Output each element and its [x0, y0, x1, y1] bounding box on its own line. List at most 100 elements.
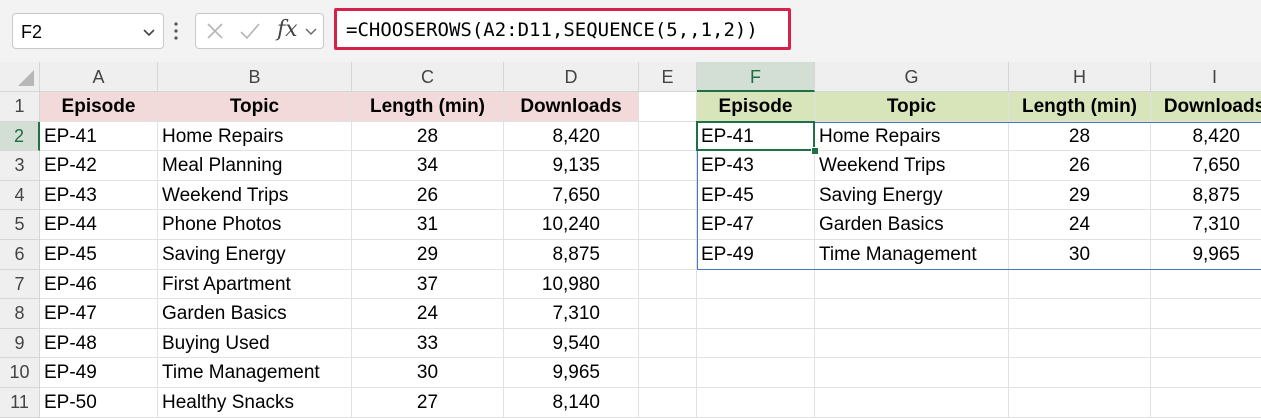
empty-cell[interactable] — [1009, 299, 1151, 329]
empty-cell[interactable] — [815, 328, 1009, 359]
source-table-cell[interactable]: 34 — [352, 151, 504, 181]
column-header-c[interactable]: C — [352, 62, 504, 92]
result-table-cell[interactable]: EP-47 — [697, 210, 815, 240]
chevron-down-icon[interactable] — [141, 24, 157, 40]
more-options-icon[interactable] — [173, 20, 179, 42]
source-table-header-cell[interactable]: Episode — [40, 92, 158, 122]
empty-cell[interactable] — [815, 358, 1009, 388]
source-table-cell[interactable]: EP-41 — [40, 121, 158, 152]
source-table-cell[interactable]: EP-42 — [40, 151, 158, 181]
source-table-cell[interactable]: 7,310 — [504, 299, 639, 329]
source-table-cell[interactable]: 24 — [352, 299, 504, 329]
source-table-cell[interactable]: 26 — [352, 180, 504, 211]
result-table-cell[interactable]: 28 — [1009, 121, 1151, 152]
empty-cell[interactable] — [639, 240, 697, 270]
result-table-cell[interactable]: 8,420 — [1151, 122, 1261, 152]
column-header-d[interactable]: D — [504, 62, 639, 92]
empty-cell[interactable] — [697, 269, 815, 300]
row-header-3[interactable]: 3 — [0, 151, 40, 181]
source-table-cell[interactable]: EP-46 — [40, 269, 158, 300]
column-header-f[interactable]: F — [697, 62, 815, 92]
source-table-cell[interactable]: 28 — [352, 121, 504, 152]
result-table-cell[interactable]: Home Repairs — [815, 121, 1009, 152]
row-header-11[interactable]: 11 — [0, 388, 40, 418]
source-table-cell[interactable]: EP-45 — [40, 240, 158, 270]
source-table-header-cell[interactable]: Length (min) — [352, 92, 504, 122]
empty-cell[interactable] — [697, 328, 815, 359]
source-table-header-cell[interactable]: Topic — [158, 92, 352, 122]
result-table-cell[interactable]: Garden Basics — [815, 210, 1009, 240]
source-table-cell[interactable]: 8,420 — [504, 121, 639, 152]
row-header-7[interactable]: 7 — [0, 269, 40, 300]
result-table-header-cell[interactable]: Topic — [815, 92, 1009, 122]
result-table-cell[interactable]: Time Management — [815, 240, 1009, 270]
empty-cell[interactable] — [697, 358, 815, 388]
source-table-cell[interactable]: EP-50 — [40, 388, 158, 418]
row-header-6[interactable]: 6 — [0, 240, 40, 270]
empty-cell[interactable] — [639, 151, 697, 181]
source-table-cell[interactable]: 31 — [352, 210, 504, 240]
empty-cell[interactable] — [815, 269, 1009, 300]
result-table-cell[interactable]: Weekend Trips — [815, 151, 1009, 181]
result-table-cell[interactable]: Saving Energy — [815, 180, 1009, 211]
source-table-cell[interactable]: Saving Energy — [158, 240, 352, 270]
result-table-cell[interactable]: 26 — [1009, 151, 1151, 181]
result-table-cell[interactable]: 8,875 — [1151, 181, 1261, 211]
column-header-b[interactable]: B — [158, 62, 352, 92]
empty-cell[interactable] — [639, 388, 697, 418]
row-header-8[interactable]: 8 — [0, 299, 40, 329]
source-table-cell[interactable]: Time Management — [158, 358, 352, 388]
empty-cell[interactable] — [697, 299, 815, 329]
row-header-5[interactable]: 5 — [0, 210, 40, 240]
source-table-cell[interactable]: 9,540 — [504, 328, 639, 359]
result-table-cell[interactable]: EP-45 — [697, 180, 815, 211]
source-table-cell[interactable]: 33 — [352, 328, 504, 359]
result-table-cell[interactable]: EP-43 — [697, 151, 815, 181]
source-table-cell[interactable]: First Apartment — [158, 269, 352, 300]
cancel-icon[interactable] — [204, 20, 226, 42]
source-table-cell[interactable]: 9,965 — [504, 358, 639, 388]
source-table-cell[interactable]: EP-49 — [40, 358, 158, 388]
empty-cell[interactable] — [1151, 358, 1261, 388]
row-header-9[interactable]: 9 — [0, 328, 40, 359]
source-table-cell[interactable]: 27 — [352, 388, 504, 418]
empty-cell[interactable] — [1009, 328, 1151, 359]
result-table-cell[interactable]: 29 — [1009, 180, 1151, 211]
source-table-cell[interactable]: Weekend Trips — [158, 180, 352, 211]
result-table-cell[interactable]: 7,650 — [1151, 151, 1261, 181]
source-table-cell[interactable]: 8,140 — [504, 388, 639, 418]
source-table-header-cell[interactable]: Downloads — [504, 92, 639, 122]
source-table-cell[interactable]: Buying Used — [158, 328, 352, 359]
source-table-cell[interactable]: EP-48 — [40, 328, 158, 359]
empty-cell[interactable] — [639, 121, 697, 152]
row-header-4[interactable]: 4 — [0, 180, 40, 211]
insert-function-icon[interactable]: fx — [277, 17, 298, 42]
source-table-cell[interactable]: Home Repairs — [158, 121, 352, 152]
name-box[interactable]: F2 — [12, 13, 164, 49]
empty-cell[interactable] — [1151, 299, 1261, 329]
result-table-cell[interactable]: EP-49 — [697, 240, 815, 270]
empty-cell[interactable] — [639, 269, 697, 300]
result-table-cell[interactable]: 30 — [1009, 240, 1151, 270]
source-table-cell[interactable]: 8,875 — [504, 240, 639, 270]
row-header-1[interactable]: 1 — [0, 92, 40, 122]
empty-cell[interactable] — [815, 388, 1009, 418]
empty-cell[interactable] — [639, 180, 697, 211]
source-table-cell[interactable]: Meal Planning — [158, 151, 352, 181]
column-header-e[interactable]: E — [639, 62, 697, 92]
source-table-cell[interactable]: EP-44 — [40, 210, 158, 240]
empty-cell[interactable] — [1151, 388, 1261, 418]
result-table-header-cell[interactable]: Length (min) — [1009, 92, 1151, 122]
column-header-i[interactable]: I — [1151, 62, 1261, 92]
empty-cell[interactable] — [1009, 358, 1151, 388]
column-header-a[interactable]: A — [40, 62, 158, 92]
empty-cell[interactable] — [639, 92, 697, 122]
enter-check-icon[interactable] — [238, 20, 262, 42]
empty-cell[interactable] — [639, 358, 697, 388]
source-table-cell[interactable]: 10,980 — [504, 269, 639, 300]
result-table-cell[interactable]: 9,965 — [1151, 240, 1261, 270]
source-table-cell[interactable]: Healthy Snacks — [158, 388, 352, 418]
column-header-h[interactable]: H — [1009, 62, 1151, 92]
empty-cell[interactable] — [639, 328, 697, 359]
source-table-cell[interactable]: 29 — [352, 240, 504, 270]
